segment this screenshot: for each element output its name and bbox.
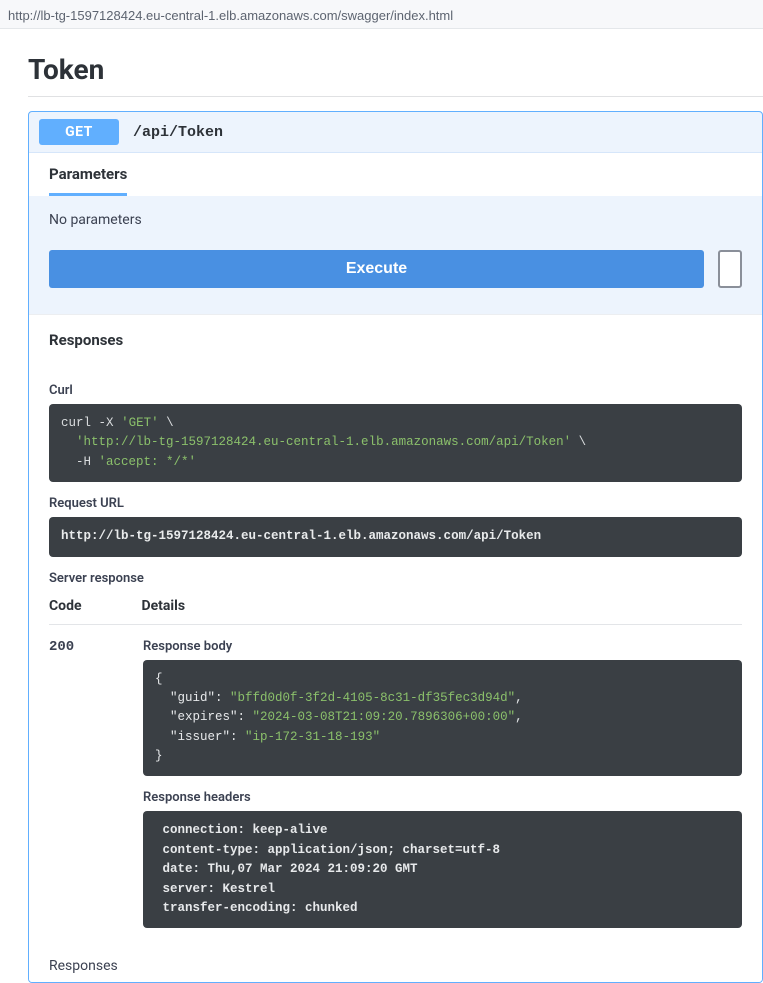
no-parameters-text: No parameters [49,212,142,228]
divider [28,96,763,97]
response-body-block[interactable]: { "guid": "bffd0d0f-3f2d-4105-8c31-df35f… [143,660,742,777]
json-guid-value: "bffd0d0f-3f2d-4105-8c31-df35fec3d94d" [230,691,515,705]
browser-address-bar [0,0,763,29]
operation-summary-row[interactable]: GET /api/Token [29,112,762,152]
curl-flag-x: -X [99,416,114,430]
responses-footer-label: Responses [49,942,742,974]
http-method-badge: GET [39,119,119,145]
responses-title: Responses [49,331,742,349]
json-expires-value: "2024-03-08T21:09:20.7896306+00:00" [253,710,516,724]
response-headers-block[interactable]: connection: keep-alive content-type: app… [143,811,742,928]
curl-cmd: curl [61,416,91,430]
curl-flag-h: -H [76,455,91,469]
curl-block[interactable]: curl -X 'GET' \ 'http://lb-tg-1597128424… [49,404,742,482]
swagger-page: Token GET /api/Token Parameters No param… [0,29,763,983]
response-body-label: Response body [143,639,742,654]
address-input[interactable] [6,6,755,25]
curl-backslash-2: \ [579,435,587,449]
curl-accept: 'accept: */*' [99,455,197,469]
clear-button[interactable] [718,250,742,288]
curl-method: 'GET' [121,416,159,430]
parameters-section: Parameters No parameters Execute [29,152,762,314]
request-url-block[interactable]: http://lb-tg-1597128424.eu-central-1.elb… [49,517,742,556]
response-row-200: 200 Response body { "guid": "bffd0d0f-3f… [49,625,742,943]
execute-bar: Execute [29,250,762,314]
curl-label: Curl [49,383,742,398]
live-response-section: Curl curl -X 'GET' \ 'http://lb-tg-15971… [29,365,762,982]
response-table-header: Code Details [49,592,742,625]
curl-backslash-1: \ [166,416,174,430]
tab-bar: Parameters [29,153,762,196]
response-headers-label: Response headers [143,790,742,805]
tab-parameters[interactable]: Parameters [49,153,127,196]
resource-title[interactable]: Token [28,53,763,92]
server-response-label: Server response [49,571,742,586]
col-details: Details [142,598,186,614]
status-code: 200 [49,639,83,943]
response-details: Response body { "guid": "bffd0d0f-3f2d-4… [143,639,742,943]
execute-button[interactable]: Execute [49,250,704,288]
json-issuer-value: "ip-172-31-18-193" [245,730,380,744]
request-url-label: Request URL [49,496,742,511]
operation-block-get-token: GET /api/Token Parameters No parameters … [28,111,763,983]
parameters-area: No parameters [29,196,762,250]
responses-header: Responses [29,314,762,365]
curl-url: 'http://lb-tg-1597128424.eu-central-1.el… [76,435,571,449]
col-code: Code [49,598,82,614]
endpoint-path: /api/Token [133,124,223,141]
